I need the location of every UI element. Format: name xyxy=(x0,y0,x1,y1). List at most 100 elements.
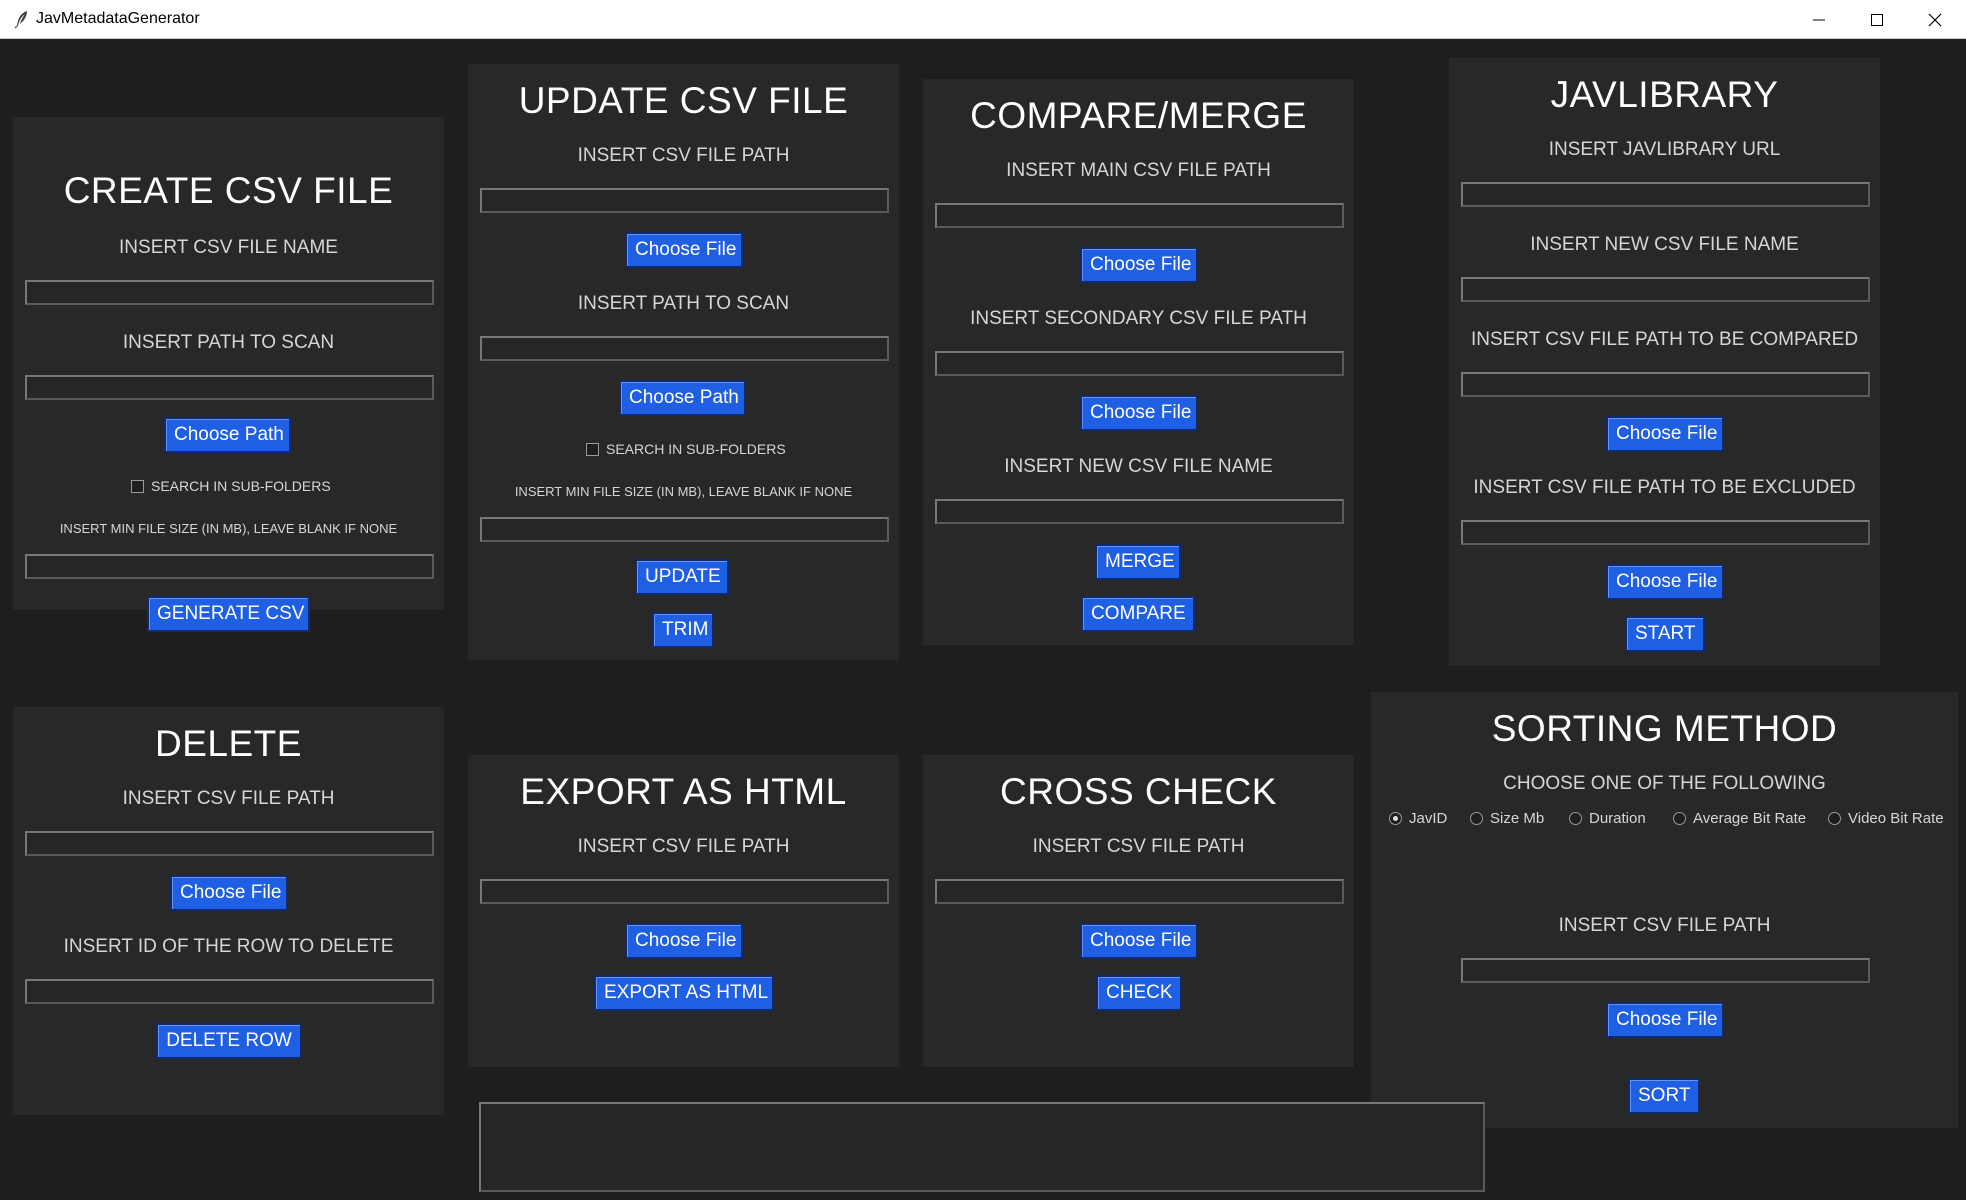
javlibrary-panel: JAVLIBRARY INSERT JAVLIBRARY URL INSERT … xyxy=(1449,58,1880,666)
sorting-choose-label: CHOOSE ONE OF THE FOLLOWING xyxy=(1503,773,1826,794)
radio-label-video-bit-rate: Video Bit Rate xyxy=(1848,810,1944,827)
export-html-title: EXPORT AS HTML xyxy=(520,771,847,812)
scan-path-label: INSERT PATH TO SCAN xyxy=(122,332,335,353)
compare-merge-panel: COMPARE/MERGE INSERT MAIN CSV FILE PATH … xyxy=(923,79,1354,645)
update-scan-path-label: INSERT PATH TO SCAN xyxy=(577,293,790,314)
crosscheck-csv-path-label: INSERT CSV FILE PATH xyxy=(1032,836,1245,857)
radio-dot[interactable] xyxy=(1470,812,1483,825)
radio-dot[interactable] xyxy=(1828,812,1841,825)
radio-javid[interactable]: JavID xyxy=(1389,810,1447,827)
sorting-csv-path-input[interactable] xyxy=(1461,958,1870,983)
radio-average-bit-rate[interactable]: Average Bit Rate xyxy=(1673,810,1806,827)
main-choose-file-button[interactable]: Choose File xyxy=(1080,247,1198,283)
update-csv-panel: UPDATE CSV FILE INSERT CSV FILE PATH Cho… xyxy=(468,64,899,660)
delete-row-button[interactable]: DELETE ROW xyxy=(156,1023,302,1059)
window-title: JavMetadataGenerator xyxy=(36,10,200,27)
checkbox-box[interactable] xyxy=(131,479,144,493)
minimize-button[interactable] xyxy=(1790,0,1848,39)
subfolders-label: SEARCH IN SUB-FOLDERS xyxy=(151,478,331,494)
output-log-area[interactable] xyxy=(479,1102,1485,1192)
merge-new-name-label: INSERT NEW CSV FILE NAME xyxy=(1004,456,1273,477)
javlibrary-url-input[interactable] xyxy=(1461,182,1870,207)
update-scan-path-input[interactable] xyxy=(480,336,889,361)
start-button[interactable]: START xyxy=(1625,616,1705,652)
sorting-method-panel: SORTING METHOD CHOOSE ONE OF THE FOLLOWI… xyxy=(1371,692,1958,1128)
radio-dot[interactable] xyxy=(1569,812,1582,825)
sorting-csv-path-label: INSERT CSV FILE PATH xyxy=(1558,915,1771,936)
row-id-input[interactable] xyxy=(25,979,434,1004)
radio-label-size-mb: Size Mb xyxy=(1490,810,1545,827)
update-choose-file-button[interactable]: Choose File xyxy=(625,232,743,268)
radio-size-mb[interactable]: Size Mb xyxy=(1470,810,1544,827)
delete-csv-path-input[interactable] xyxy=(25,831,434,856)
export-html-button[interactable]: EXPORT AS HTML xyxy=(594,975,774,1011)
radio-label-javid: JavID xyxy=(1409,810,1448,827)
csv-name-input[interactable] xyxy=(25,280,434,305)
secondary-choose-file-button[interactable]: Choose File xyxy=(1080,395,1198,431)
crosscheck-choose-file-button[interactable]: Choose File xyxy=(1080,923,1198,959)
javlibrary-new-name-input[interactable] xyxy=(1461,277,1870,302)
update-min-size-label: INSERT MIN FILE SIZE (IN MB), LEAVE BLAN… xyxy=(514,484,853,499)
secondary-csv-input[interactable] xyxy=(935,351,1344,376)
compared-path-input[interactable] xyxy=(1461,372,1870,397)
row-id-label: INSERT ID OF THE ROW TO DELETE xyxy=(63,936,394,957)
update-subfolders-checkbox[interactable]: SEARCH IN SUB-FOLDERS xyxy=(586,441,786,457)
compared-choose-file-button[interactable]: Choose File xyxy=(1606,416,1724,452)
maximize-icon xyxy=(1871,14,1883,26)
check-button[interactable]: CHECK xyxy=(1096,975,1182,1011)
radio-dot[interactable] xyxy=(1673,812,1686,825)
maximize-button[interactable] xyxy=(1848,0,1906,39)
radio-dot-selected[interactable] xyxy=(1389,812,1402,825)
delete-title: DELETE xyxy=(155,723,302,764)
export-csv-path-input[interactable] xyxy=(480,879,889,904)
cross-check-panel: CROSS CHECK INSERT CSV FILE PATH Choose … xyxy=(923,755,1354,1067)
delete-csv-path-label: INSERT CSV FILE PATH xyxy=(122,788,335,809)
create-csv-title: CREATE CSV FILE xyxy=(63,170,394,211)
delete-panel: DELETE INSERT CSV FILE PATH Choose File … xyxy=(13,707,444,1115)
update-csv-path-input[interactable] xyxy=(480,188,889,213)
javlibrary-url-label: INSERT JAVLIBRARY URL xyxy=(1548,139,1781,160)
update-csv-path-label: INSERT CSV FILE PATH xyxy=(577,145,790,166)
checkbox-box[interactable] xyxy=(586,442,599,456)
merge-button[interactable]: MERGE xyxy=(1095,544,1181,580)
export-choose-file-button[interactable]: Choose File xyxy=(625,923,743,959)
compare-button[interactable]: COMPARE xyxy=(1081,596,1195,632)
excluded-path-label: INSERT CSV FILE PATH TO BE EXCLUDED xyxy=(1473,477,1856,498)
excluded-choose-file-button[interactable]: Choose File xyxy=(1606,564,1724,600)
excluded-path-input[interactable] xyxy=(1461,520,1870,545)
compare-merge-title: COMPARE/MERGE xyxy=(970,95,1307,136)
trim-button[interactable]: TRIM xyxy=(652,612,714,648)
crosscheck-csv-path-input[interactable] xyxy=(935,879,1344,904)
update-button[interactable]: UPDATE xyxy=(635,559,729,595)
close-button[interactable] xyxy=(1906,0,1964,39)
radio-duration[interactable]: Duration xyxy=(1569,810,1646,827)
javlibrary-new-name-label: INSERT NEW CSV FILE NAME xyxy=(1530,234,1799,255)
radio-label-duration: Duration xyxy=(1589,810,1646,827)
radio-video-bit-rate[interactable]: Video Bit Rate xyxy=(1828,810,1944,827)
sorting-choose-file-button[interactable]: Choose File xyxy=(1606,1002,1724,1038)
create-csv-panel: CREATE CSV FILE INSERT CSV FILE NAME INS… xyxy=(13,117,444,632)
sort-button[interactable]: SORT xyxy=(1628,1078,1700,1114)
choose-path-button[interactable]: Choose Path xyxy=(164,417,291,453)
delete-choose-file-button[interactable]: Choose File xyxy=(170,875,288,911)
app-client-area: CREATE CSV FILE INSERT CSV FILE NAME INS… xyxy=(0,39,1966,1200)
subfolders-checkbox[interactable]: SEARCH IN SUB-FOLDERS xyxy=(131,478,331,494)
update-choose-path-button[interactable]: Choose Path xyxy=(619,380,746,416)
main-csv-label: INSERT MAIN CSV FILE PATH xyxy=(1006,160,1271,181)
update-subfolders-label: SEARCH IN SUB-FOLDERS xyxy=(606,441,786,457)
minimize-icon xyxy=(1813,19,1825,21)
generate-csv-button[interactable]: GENERATE CSV xyxy=(147,596,310,632)
min-size-label: INSERT MIN FILE SIZE (IN MB), LEAVE BLAN… xyxy=(59,521,398,536)
sorting-method-title: SORTING METHOD xyxy=(1491,708,1838,749)
scan-path-input[interactable] xyxy=(25,375,434,400)
min-size-input[interactable] xyxy=(25,554,434,579)
javlibrary-title: JAVLIBRARY xyxy=(1550,74,1779,115)
export-html-panel: EXPORT AS HTML INSERT CSV FILE PATH Choo… xyxy=(468,755,899,1067)
merge-new-name-input[interactable] xyxy=(935,499,1344,524)
window-titlebar: JavMetadataGenerator xyxy=(0,0,1966,39)
update-min-size-input[interactable] xyxy=(480,517,889,542)
compared-path-label: INSERT CSV FILE PATH TO BE COMPARED xyxy=(1470,329,1859,350)
export-csv-path-label: INSERT CSV FILE PATH xyxy=(577,836,790,857)
cross-check-title: CROSS CHECK xyxy=(1000,771,1277,812)
main-csv-input[interactable] xyxy=(935,203,1344,228)
